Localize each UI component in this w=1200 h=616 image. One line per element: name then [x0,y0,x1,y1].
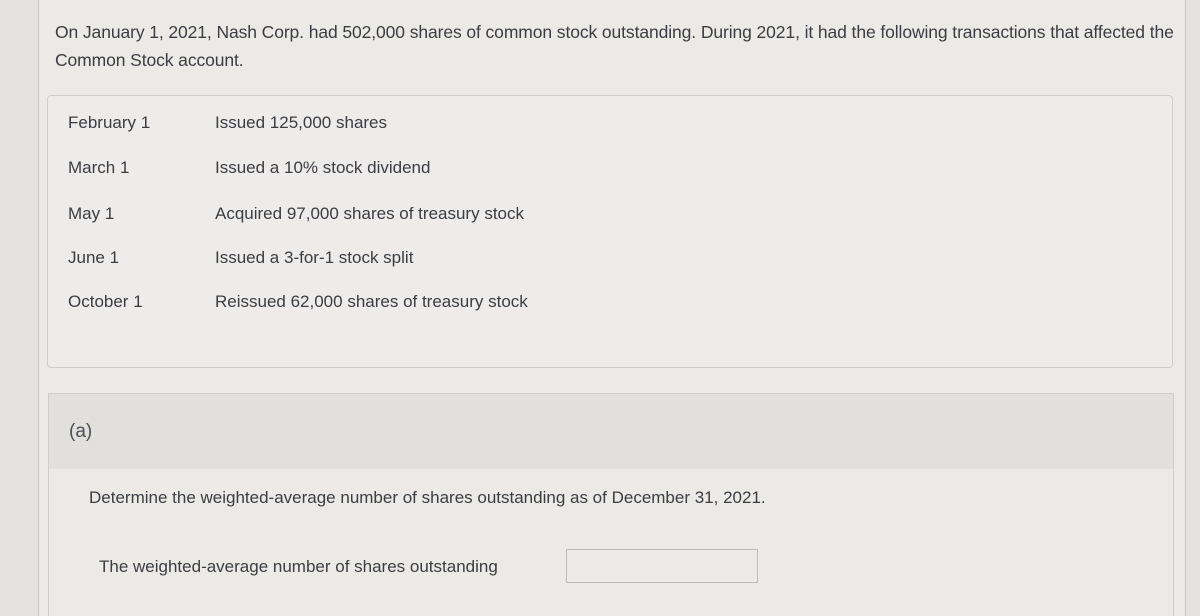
transaction-date: October 1 [68,292,143,311]
transaction-description: Reissued 62,000 shares of treasury stock [215,292,528,311]
part-a-label: (a) [69,421,93,442]
part-a-question: Determine the weighted-average number of… [89,488,766,507]
answer-label: The weighted-average number of shares ou… [99,557,498,576]
transaction-description: Issued 125,000 shares [215,113,388,132]
problem-intro: On January 1, 2021, Nash Corp. had 502,0… [55,22,1174,70]
transaction-description: Issued a 10% stock dividend [215,158,431,177]
transaction-row: October 1 Reissued 62,000 shares of trea… [48,292,1172,318]
transaction-description: Issued a 3-for-1 stock split [215,248,414,267]
transactions-table: February 1 Issued 125,000 shares March 1… [47,95,1173,368]
part-a-header: (a) [48,393,1174,470]
transaction-row: June 1 Issued a 3-for-1 stock split [48,248,1172,274]
transaction-date: May 1 [68,204,115,223]
transaction-row: March 1 Issued a 10% stock dividend [48,158,1172,184]
transaction-date: June 1 [68,248,120,267]
weighted-average-shares-input[interactable] [566,549,758,583]
question-page: On January 1, 2021, Nash Corp. had 502,0… [38,0,1186,616]
transaction-row: May 1 Acquired 97,000 shares of treasury… [48,204,1172,230]
transaction-row: February 1 Issued 125,000 shares [48,113,1172,139]
transaction-date: March 1 [68,158,130,177]
transaction-date: February 1 [68,113,151,132]
transaction-description: Acquired 97,000 shares of treasury stock [215,204,524,223]
part-a-body: Determine the weighted-average number of… [48,469,1174,616]
